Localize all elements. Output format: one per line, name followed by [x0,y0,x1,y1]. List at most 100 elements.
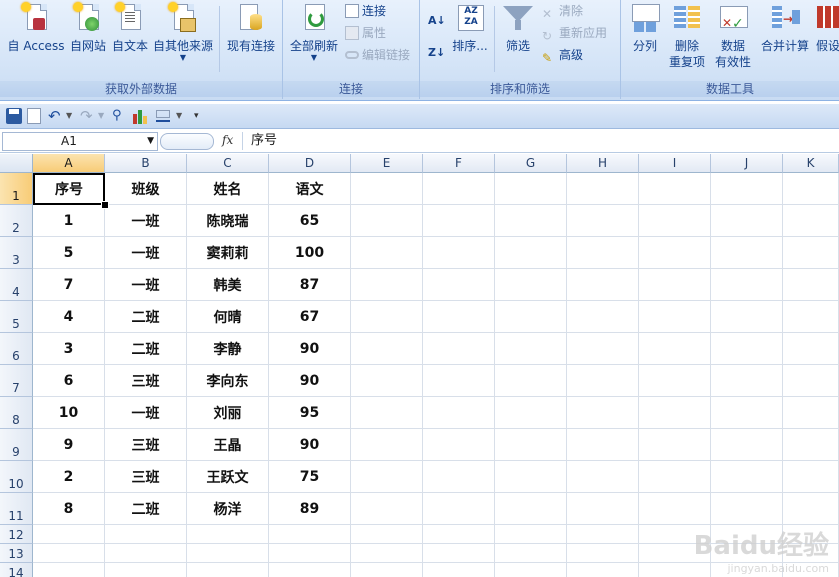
cell-e2[interactable] [351,205,423,237]
cell-j10[interactable] [711,461,783,493]
cell-i2[interactable] [639,205,711,237]
cell-c5[interactable]: 何晴 [187,301,269,333]
cell-g1[interactable] [495,173,567,205]
redo-icon[interactable]: ↷ [80,108,96,124]
border-dropdown-icon[interactable]: ▼ [176,108,184,124]
cell-e7[interactable] [351,365,423,397]
row-header-3[interactable]: 3 [0,237,33,269]
cell-k10[interactable] [783,461,839,493]
cell-d12[interactable] [269,525,351,544]
cell-c7[interactable]: 李向东 [187,365,269,397]
cell-k9[interactable] [783,429,839,461]
cell-f3[interactable] [423,237,495,269]
cell-h11[interactable] [567,493,639,525]
cell-a11[interactable]: 8 [33,493,105,525]
cell-f6[interactable] [423,333,495,365]
column-header-f[interactable]: F [423,154,495,173]
cell-f7[interactable] [423,365,495,397]
cell-b10[interactable]: 三班 [105,461,187,493]
from-access-button[interactable]: 自 Access [6,2,66,76]
cell-f4[interactable] [423,269,495,301]
cell-i8[interactable] [639,397,711,429]
cell-d10[interactable]: 75 [269,461,351,493]
cell-d7[interactable]: 90 [269,365,351,397]
cell-b12[interactable] [105,525,187,544]
cell-i3[interactable] [639,237,711,269]
row-header-10[interactable]: 10 [0,461,33,493]
cell-c9[interactable]: 王晶 [187,429,269,461]
cell-b6[interactable]: 二班 [105,333,187,365]
column-header-e[interactable]: E [351,154,423,173]
cell-a12[interactable] [33,525,105,544]
cell-h5[interactable] [567,301,639,333]
clear-button[interactable]: ✕ 清除 [542,2,583,21]
cell-k6[interactable] [783,333,839,365]
cell-c10[interactable]: 王跃文 [187,461,269,493]
cell-g3[interactable] [495,237,567,269]
cell-h12[interactable] [567,525,639,544]
row-header-4[interactable]: 4 [0,269,33,301]
cell-a14[interactable] [33,563,105,577]
undo-icon[interactable]: ↶ [48,108,64,124]
select-all-corner[interactable] [0,154,33,173]
cell-g7[interactable] [495,365,567,397]
cell-h6[interactable] [567,333,639,365]
cell-e13[interactable] [351,544,423,563]
cell-i10[interactable] [639,461,711,493]
cell-g6[interactable] [495,333,567,365]
cell-c6[interactable]: 李静 [187,333,269,365]
reapply-button[interactable]: ↻ 重新应用 [542,24,607,43]
cell-c11[interactable]: 杨洋 [187,493,269,525]
cell-g10[interactable] [495,461,567,493]
cell-d6[interactable]: 90 [269,333,351,365]
cell-a13[interactable] [33,544,105,563]
cell-k4[interactable] [783,269,839,301]
cell-e3[interactable] [351,237,423,269]
cell-h3[interactable] [567,237,639,269]
cell-j3[interactable] [711,237,783,269]
cell-f5[interactable] [423,301,495,333]
column-header-d[interactable]: D [269,154,351,173]
cell-k3[interactable] [783,237,839,269]
row-header-1[interactable]: 1 [0,173,33,205]
cell-i1[interactable] [639,173,711,205]
cell-f12[interactable] [423,525,495,544]
row-header-2[interactable]: 2 [0,205,33,237]
cell-b5[interactable]: 二班 [105,301,187,333]
column-header-i[interactable]: I [639,154,711,173]
cell-b14[interactable] [105,563,187,577]
border-style-icon[interactable] [156,108,170,122]
cell-k8[interactable] [783,397,839,429]
cell-e6[interactable] [351,333,423,365]
filter-button[interactable]: 筛选 [498,2,538,76]
cell-e14[interactable] [351,563,423,577]
cell-f11[interactable] [423,493,495,525]
data-validation-button[interactable]: ✓ ✕ 数据 有效性 [711,2,755,76]
row-header-14[interactable]: 14 [0,563,33,577]
cell-a3[interactable]: 5 [33,237,105,269]
cell-k11[interactable] [783,493,839,525]
cell-d5[interactable]: 67 [269,301,351,333]
cell-d11[interactable]: 89 [269,493,351,525]
redo-dropdown-icon[interactable]: ▼ [98,108,106,124]
cell-a2[interactable]: 1 [33,205,105,237]
cell-d8[interactable]: 95 [269,397,351,429]
cell-k1[interactable] [783,173,839,205]
cell-h4[interactable] [567,269,639,301]
cell-b3[interactable]: 一班 [105,237,187,269]
row-header-12[interactable]: 12 [0,525,33,544]
cell-j2[interactable] [711,205,783,237]
cell-f13[interactable] [423,544,495,563]
cell-i7[interactable] [639,365,711,397]
cell-b8[interactable]: 一班 [105,397,187,429]
cell-i4[interactable] [639,269,711,301]
what-if-analysis-button[interactable]: 假设 [813,2,839,76]
sort-button[interactable]: AZ ZA 排序... [450,2,490,76]
cell-h13[interactable] [567,544,639,563]
cell-e4[interactable] [351,269,423,301]
cell-e1[interactable] [351,173,423,205]
text-to-columns-button[interactable]: 分列 [627,2,663,76]
insert-function-icon[interactable]: fx [222,133,233,147]
name-box[interactable]: A1 ▼ [2,132,158,151]
column-header-b[interactable]: B [105,154,187,173]
